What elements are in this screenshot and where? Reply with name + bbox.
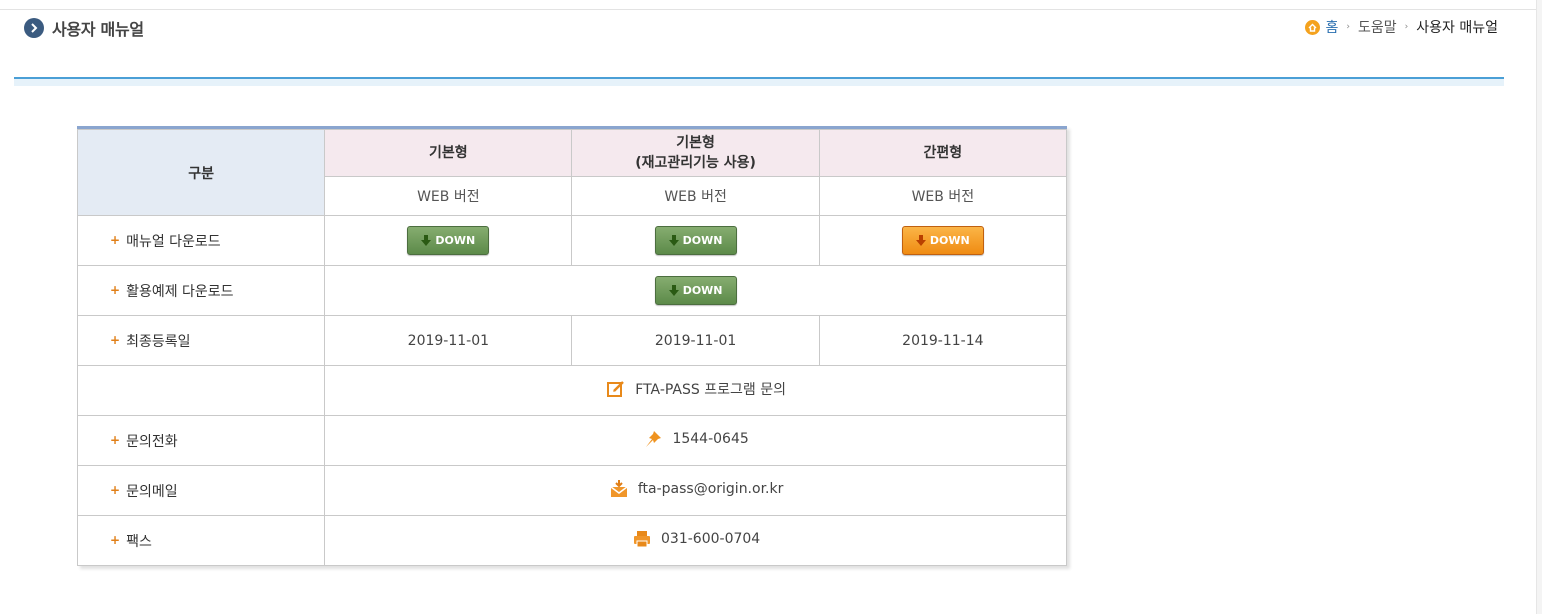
table-row: + 문의메일 fta-pass@origin.or.kr: [76, 465, 1067, 516]
chevron-right-icon: ›: [1346, 22, 1351, 32]
row-label-text: 팩스: [126, 533, 152, 550]
fax-cell: 031-600-0704: [324, 515, 1067, 566]
type-basic-header: 기본형: [324, 129, 573, 177]
vertical-scrollbar[interactable]: [1536, 0, 1542, 614]
download-cell: DOWN: [818, 215, 1068, 266]
manual-table: 구분 기본형 기본형 (재고관리기능 사용) 간편형 WEB 버전 WEB 버전…: [76, 126, 1068, 566]
type-sublabel: (재고관리기능 사용): [635, 155, 756, 171]
row-label: + 문의전화: [76, 415, 326, 466]
home-icon[interactable]: [1304, 19, 1320, 35]
download-arrow-icon: [421, 235, 432, 246]
row-label: [76, 365, 326, 416]
plus-icon: +: [110, 332, 121, 347]
row-label-text: 문의메일: [126, 483, 178, 500]
inquiry-cell: FTA-PASS 프로그램 문의: [324, 365, 1067, 416]
type-label: 기본형: [676, 135, 715, 151]
download-arrow-icon: [915, 235, 926, 246]
row-label-text: 문의전화: [126, 433, 178, 450]
button-label: DOWN: [929, 234, 970, 247]
row-label-text: 매뉴얼 다운로드: [126, 233, 221, 250]
download-button-inventory[interactable]: DOWN: [654, 226, 737, 255]
mail-icon: [608, 478, 630, 500]
phone-cell: 1544-0645: [324, 415, 1067, 466]
table-row: + 최종등록일 2019-11-01 2019-11-01 2019-11-14: [76, 315, 1068, 366]
button-label: DOWN: [682, 284, 723, 297]
download-button-basic[interactable]: DOWN: [407, 226, 490, 255]
inquiry-text: FTA-PASS 프로그램 문의: [635, 382, 786, 398]
page-header: 사용자 매뉴얼: [24, 16, 144, 40]
download-cell: DOWN: [571, 215, 820, 266]
date-cell: 2019-11-01: [324, 315, 573, 366]
plus-icon: +: [110, 532, 121, 547]
chevron-right-icon: ›: [1404, 22, 1409, 32]
version-label: WEB 버전: [818, 176, 1068, 216]
plus-icon: +: [110, 432, 121, 447]
table-row: + 매뉴얼 다운로드 DOWN DOWN DOWN: [76, 215, 1068, 266]
plus-icon: +: [110, 232, 121, 247]
edit-note-icon: [605, 378, 627, 400]
row-label: + 문의메일: [76, 465, 326, 516]
phone-number: 1544-0645: [672, 431, 749, 447]
plus-icon: +: [110, 282, 121, 297]
download-arrow-icon: [668, 235, 679, 246]
email-address: fta-pass@origin.or.kr: [637, 481, 784, 497]
button-label: DOWN: [435, 234, 476, 247]
row-label-text: 최종등록일: [126, 333, 191, 350]
row-label: + 팩스: [76, 515, 326, 566]
category-header: 구분: [76, 129, 326, 216]
download-button-example[interactable]: DOWN: [654, 276, 737, 305]
version-label: WEB 버전: [324, 176, 573, 216]
printer-icon: [631, 528, 653, 550]
row-label: + 최종등록일: [76, 315, 326, 366]
date-cell: 2019-11-01: [571, 315, 820, 366]
download-arrow-icon: [668, 285, 679, 296]
table-row: + 팩스 031-600-0704: [76, 515, 1067, 566]
date-cell: 2019-11-14: [818, 315, 1068, 366]
pin-icon: [642, 428, 664, 450]
fax-number: 031-600-0704: [661, 531, 761, 547]
breadcrumb: 홈 › 도움말 › 사용자 매뉴얼: [1304, 17, 1498, 37]
breadcrumb-home[interactable]: 홈: [1326, 17, 1339, 37]
header-divider-shade: [14, 79, 1504, 86]
version-label: WEB 버전: [571, 176, 820, 216]
table-row: + 활용예제 다운로드 DOWN: [76, 265, 1067, 316]
email-cell: fta-pass@origin.or.kr: [324, 465, 1067, 516]
row-label: + 매뉴얼 다운로드: [76, 215, 326, 266]
row-label-text: 활용예제 다운로드: [126, 283, 234, 300]
breadcrumb-help[interactable]: 도움말: [1358, 17, 1397, 37]
download-cell: DOWN: [324, 265, 1067, 316]
type-basic-inventory-header: 기본형 (재고관리기능 사용): [571, 129, 820, 177]
type-label: 간편형: [923, 145, 963, 161]
button-label: DOWN: [682, 234, 723, 247]
download-button-simple[interactable]: DOWN: [901, 226, 984, 255]
type-label: 기본형: [429, 145, 468, 161]
row-label: + 활용예제 다운로드: [76, 265, 326, 316]
table-row: + 문의전화 1544-0645: [76, 415, 1067, 466]
chevron-right-circle-icon: [24, 18, 44, 38]
type-simple-header: 간편형: [818, 129, 1068, 177]
plus-icon: +: [110, 482, 121, 497]
download-cell: DOWN: [324, 215, 573, 266]
breadcrumb-current: 사용자 매뉴얼: [1416, 20, 1498, 36]
page-title: 사용자 매뉴얼: [52, 20, 144, 39]
table-row: FTA-PASS 프로그램 문의: [76, 365, 1067, 416]
top-divider: [0, 9, 1542, 10]
